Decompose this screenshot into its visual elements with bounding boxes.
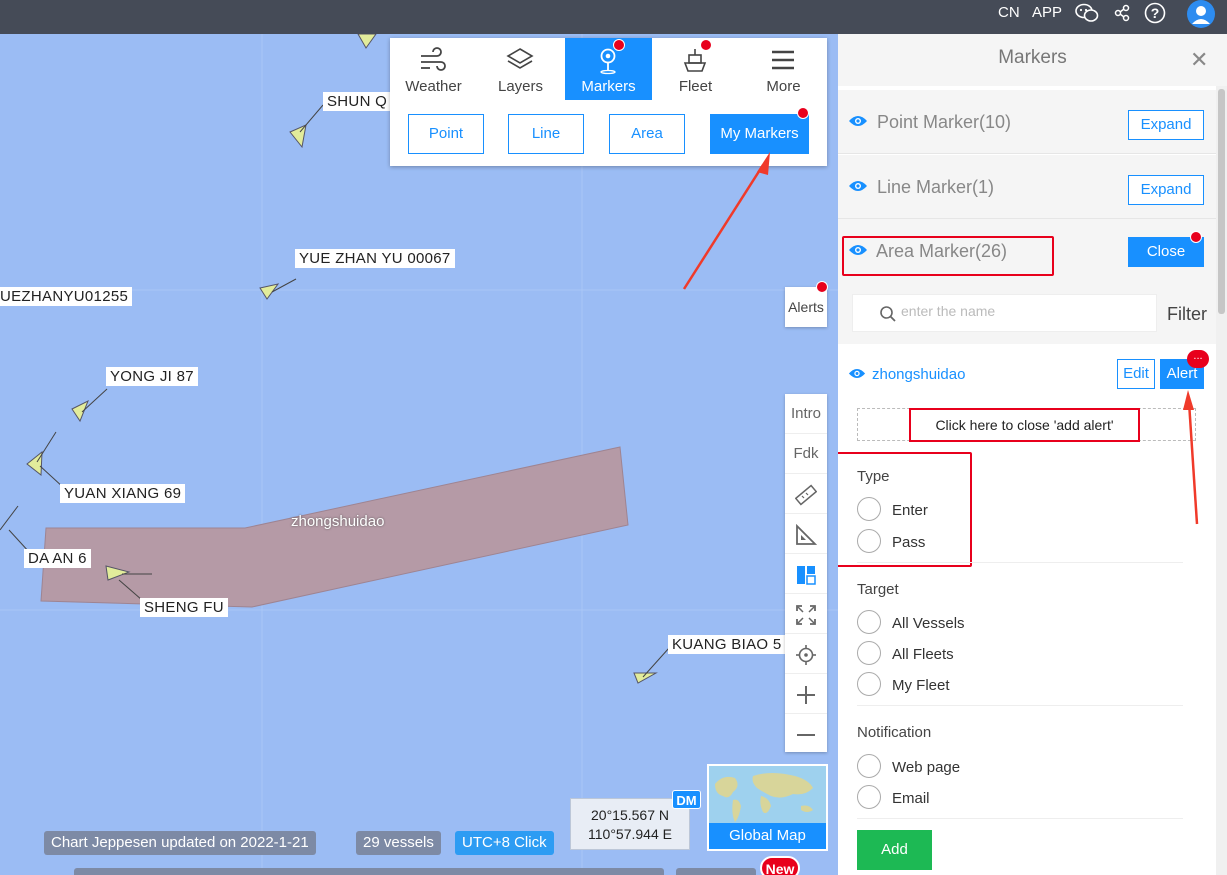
annotation-arrows — [682, 152, 1199, 525]
